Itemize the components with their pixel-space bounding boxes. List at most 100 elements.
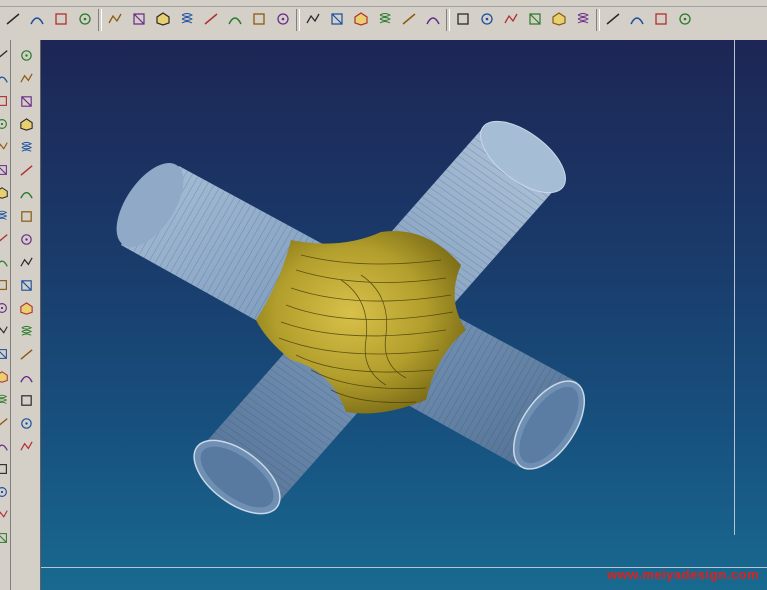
3d-viewport[interactable]: www.meiyadesign.com (41, 40, 767, 590)
hidden-tool-button[interactable] (0, 94, 9, 108)
pipe-cross-model (116, 120, 586, 515)
line-tool-button[interactable] (4, 11, 22, 29)
color-tool-button[interactable] (550, 11, 568, 29)
hidden-tool-button[interactable] (0, 416, 9, 430)
thicken-icon (19, 370, 34, 388)
undo-view-button[interactable] (676, 11, 694, 29)
hidden-tool-button[interactable] (0, 370, 9, 384)
wireframe-box-button[interactable] (17, 48, 35, 66)
rectangle-tool-icon (179, 11, 195, 30)
extrude-button[interactable] (17, 94, 35, 112)
polygon-tool-button[interactable] (52, 11, 70, 29)
hidden-tool-button[interactable] (0, 462, 9, 476)
hidden-tool-button[interactable] (0, 209, 9, 223)
fillet-button[interactable] (17, 255, 35, 273)
mirror-tool-button[interactable] (304, 11, 322, 29)
spring-tool-button[interactable] (274, 11, 292, 29)
analyze-tool-icon (527, 11, 543, 30)
hidden-tool-button[interactable] (0, 531, 9, 545)
polygon-tool-icon (53, 11, 69, 30)
arc-tool-button[interactable] (28, 11, 46, 29)
transform-tool-button[interactable] (352, 11, 370, 29)
query-button[interactable] (17, 439, 35, 457)
left-toolbar-collapsed (0, 40, 11, 590)
curve-tool-button[interactable] (76, 11, 94, 29)
hidden-tool-button[interactable] (0, 140, 9, 154)
extend-tool-icon (425, 11, 441, 30)
array-tool-button[interactable] (376, 11, 394, 29)
loft-button[interactable] (17, 163, 35, 181)
line-tool-icon (5, 11, 21, 30)
sweep-button[interactable] (17, 140, 35, 158)
revolve-button[interactable] (17, 117, 35, 135)
spline-tool-button[interactable] (154, 11, 172, 29)
surface-edit-button[interactable] (628, 11, 646, 29)
color-tool-icon (551, 11, 567, 30)
hidden-tool-button[interactable] (0, 117, 9, 131)
spring-tool-icon (275, 11, 291, 30)
paint-face-icon (19, 393, 34, 411)
mirror-tool-icon (305, 11, 321, 30)
shell-icon (19, 186, 34, 204)
hidden-tool-button[interactable] (0, 163, 9, 177)
measure-tool-button[interactable] (652, 11, 670, 29)
toolbar-row-edge (0, 0, 767, 7)
spiral-tool-button[interactable] (250, 11, 268, 29)
transform-tool-icon (353, 11, 369, 30)
paint-body-icon (19, 416, 34, 434)
mesh-tool-button[interactable] (478, 11, 496, 29)
fillet-icon (19, 255, 34, 273)
analyze-tool-button[interactable] (526, 11, 544, 29)
layers-tool-button[interactable] (604, 11, 622, 29)
boolean-button[interactable] (17, 232, 35, 250)
offset-tool-button[interactable] (328, 11, 346, 29)
hidden-tool-button[interactable] (0, 439, 9, 453)
hidden-tool-button[interactable] (0, 255, 9, 269)
trim-tool-button[interactable] (400, 11, 418, 29)
hidden-tool-button[interactable] (0, 278, 9, 292)
hidden-tool-button[interactable] (0, 508, 9, 522)
hidden-tool-button[interactable] (0, 71, 9, 85)
solid-tool-button[interactable] (454, 11, 472, 29)
hidden-tool-button[interactable] (0, 186, 9, 200)
draft-icon (19, 301, 34, 319)
rectangle-tool-button[interactable] (178, 11, 196, 29)
shell-button[interactable] (17, 186, 35, 204)
chamfer-button[interactable] (17, 278, 35, 296)
pattern-button[interactable] (17, 209, 35, 227)
left-toolbar (11, 40, 41, 590)
extend-tool-button[interactable] (424, 11, 442, 29)
hidden-tool-button[interactable] (0, 393, 9, 407)
solid-box-icon (19, 71, 34, 89)
toolbar-separator (596, 9, 600, 31)
polyline-tool-button[interactable] (130, 11, 148, 29)
hidden-tool-button[interactable] (0, 485, 9, 499)
render-tool-button[interactable] (574, 11, 592, 29)
combine-button[interactable] (17, 347, 35, 365)
draft-button[interactable] (17, 301, 35, 319)
toolbar-separator (296, 9, 300, 31)
layers-tool-icon (605, 11, 621, 30)
point-tool-icon (107, 11, 123, 30)
hidden-tool-button[interactable] (0, 232, 9, 246)
ellipse-tool-button[interactable] (226, 11, 244, 29)
blend-tool-button[interactable] (502, 11, 520, 29)
circle-tool-button[interactable] (202, 11, 220, 29)
watermark-text: www.meiyadesign.com (606, 567, 759, 582)
paint-body-button[interactable] (17, 416, 35, 434)
spiral-tool-icon (251, 11, 267, 30)
main-toolbar (0, 0, 767, 41)
loft-icon (19, 163, 34, 181)
solid-box-button[interactable] (17, 71, 35, 89)
hidden-tool-button[interactable] (0, 324, 9, 338)
paint-face-button[interactable] (17, 393, 35, 411)
thicken-button[interactable] (17, 370, 35, 388)
point-tool-button[interactable] (106, 11, 124, 29)
polyline-tool-icon (131, 11, 147, 30)
hidden-tool-button[interactable] (0, 347, 9, 361)
split-icon (19, 324, 34, 342)
hidden-tool-button[interactable] (0, 301, 9, 315)
hidden-tool-button[interactable] (0, 48, 9, 62)
revolve-icon (19, 117, 34, 135)
split-button[interactable] (17, 324, 35, 342)
